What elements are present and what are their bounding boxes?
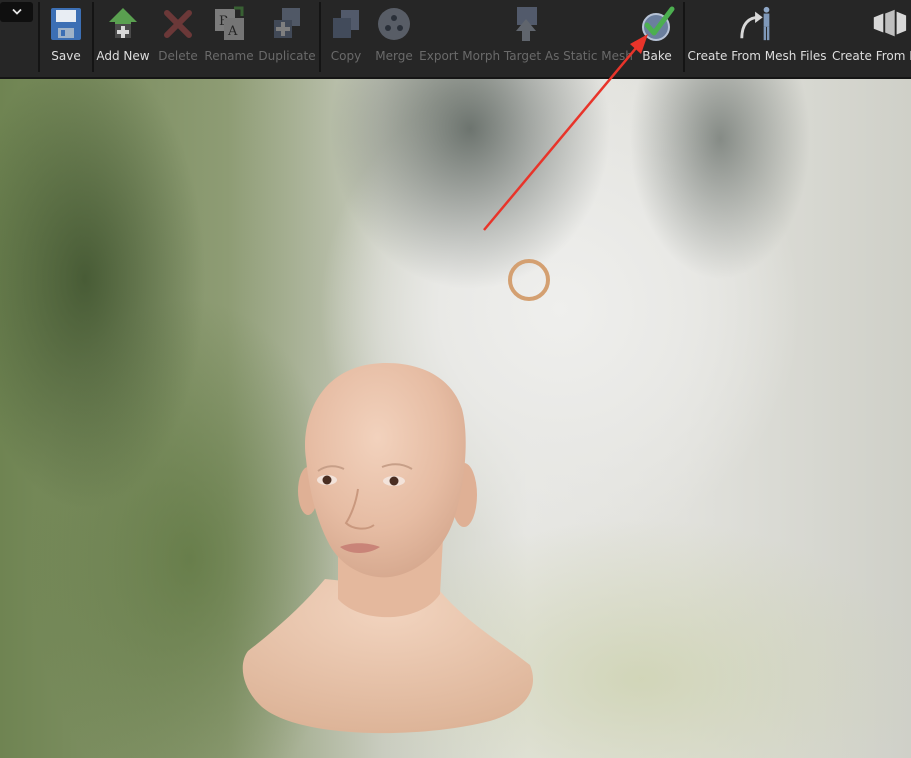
head-mesh-preview bbox=[242, 363, 534, 734]
export-morph-target-label: Export Morph Target As Static Mesh bbox=[419, 49, 633, 63]
add-new-button[interactable]: Add New bbox=[96, 4, 150, 66]
duplicate-label: Duplicate bbox=[258, 49, 316, 63]
add-new-label: Add New bbox=[96, 49, 150, 63]
toolbar-separator bbox=[38, 2, 40, 72]
copy-icon bbox=[333, 10, 359, 38]
create-from-mesh-icon bbox=[740, 6, 770, 41]
delete-label: Delete bbox=[158, 49, 198, 63]
floppy-disk-icon bbox=[51, 8, 81, 40]
toolbar: Save Add New Delete B A Rename Duplicate… bbox=[0, 0, 911, 79]
duplicate-button[interactable]: Duplicate bbox=[258, 4, 316, 66]
merge-icon bbox=[378, 8, 410, 40]
bake-check-icon bbox=[642, 6, 675, 41]
create-from-mesh-files-label: Create From Mesh Files bbox=[687, 49, 827, 63]
toolbar-separator bbox=[319, 2, 321, 72]
rename-icon: B A bbox=[215, 6, 244, 40]
delete-button[interactable]: Delete bbox=[157, 4, 199, 66]
export-mesh-icon bbox=[516, 7, 537, 41]
merge-label: Merge bbox=[375, 49, 413, 63]
merge-button[interactable]: Merge bbox=[374, 4, 414, 66]
save-label: Save bbox=[51, 49, 81, 63]
bake-label: Bake bbox=[642, 49, 672, 63]
copy-label: Copy bbox=[330, 49, 362, 63]
add-new-icon bbox=[109, 8, 137, 38]
bake-button[interactable]: Bake bbox=[637, 4, 677, 66]
create-from-button[interactable]: Create From M bbox=[832, 4, 911, 66]
toolbar-separator bbox=[92, 2, 94, 72]
delete-x-icon bbox=[164, 10, 192, 38]
duplicate-icon bbox=[274, 8, 300, 38]
save-button[interactable]: Save bbox=[46, 4, 86, 66]
export-morph-target-button[interactable]: Export Morph Target As Static Mesh bbox=[419, 4, 633, 66]
svg-text:A: A bbox=[227, 24, 238, 39]
create-from-label: Create From M bbox=[832, 49, 911, 63]
create-from-mesh-files-button[interactable]: Create From Mesh Files bbox=[687, 4, 827, 66]
copy-button[interactable]: Copy bbox=[328, 4, 364, 66]
chevron-down-icon bbox=[11, 8, 22, 15]
viewport[interactable] bbox=[0, 79, 911, 758]
rename-label: Rename bbox=[204, 49, 254, 63]
create-from-icon bbox=[873, 9, 907, 37]
toolbar-separator bbox=[683, 2, 685, 72]
toolbar-dropdown-button[interactable] bbox=[0, 2, 33, 22]
cursor-ring-marker bbox=[508, 259, 550, 301]
rename-button[interactable]: B A Rename bbox=[204, 4, 254, 66]
